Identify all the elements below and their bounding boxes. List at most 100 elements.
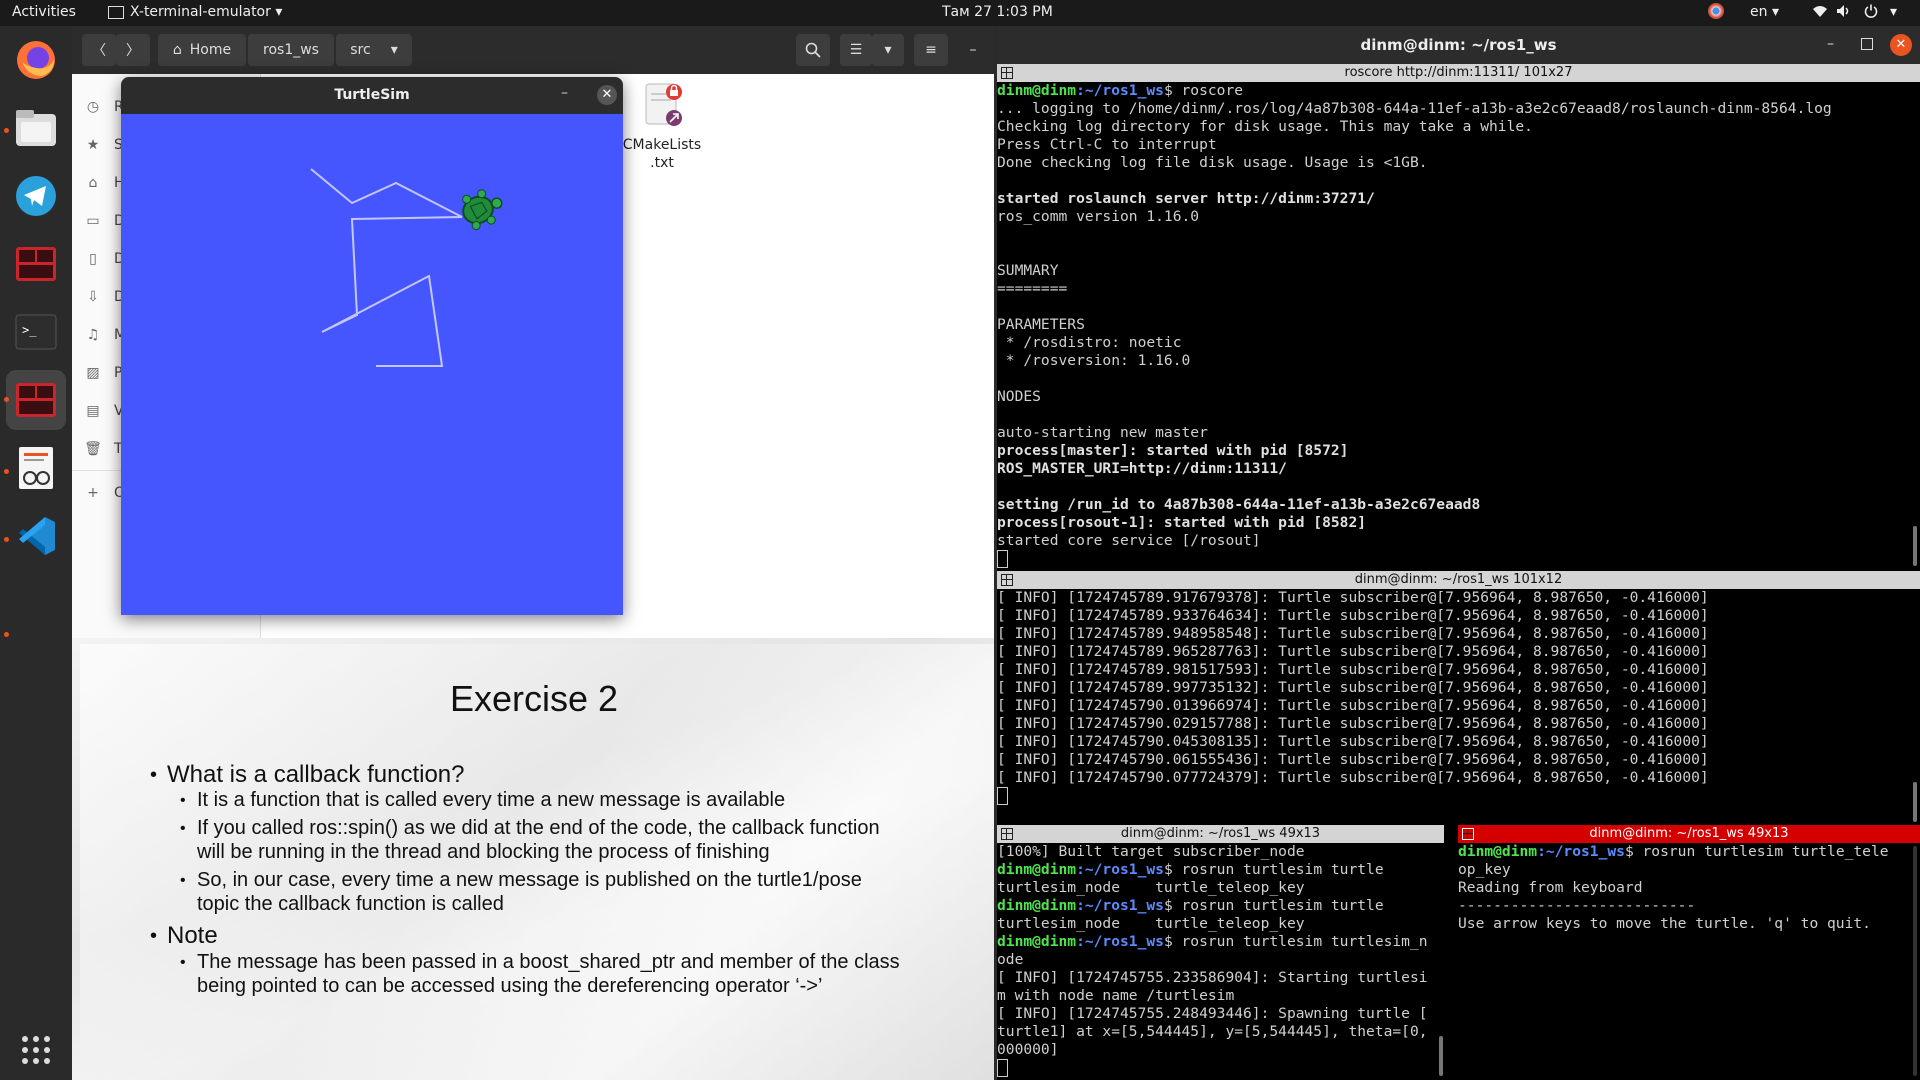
terminal-line-text: m with node name /turtlesim <box>997 987 1235 1004</box>
prompt-path: :~/ros1_ws <box>1076 861 1164 878</box>
pane4-title-bar[interactable]: dinm@dinm: ~/ros1_ws 49x13 <box>1458 825 1920 843</box>
star-icon: ★ <box>86 137 100 153</box>
telegram-icon[interactable] <box>12 172 60 220</box>
view-list-button[interactable]: ☰ <box>840 34 872 66</box>
close-button[interactable]: ✕ <box>1890 34 1912 56</box>
terminal-line-text: ode <box>997 951 1024 968</box>
terminal-red-icon[interactable] <box>12 240 60 288</box>
minimize-button[interactable]: – <box>958 34 988 66</box>
chevron-down-icon[interactable]: ▾ <box>1890 4 1897 20</box>
back-button[interactable]: 〈 <box>82 34 116 66</box>
text-file-icon <box>645 83 682 126</box>
breadcrumb-src[interactable]: src ▾ <box>336 34 412 66</box>
terminal-line: ros_comm version 1.16.0 <box>997 208 1912 226</box>
app-menu[interactable]: X-terminal-emulator ▾ <box>108 4 282 20</box>
activities-button[interactable]: Activities <box>12 4 76 20</box>
breadcrumb-ros1-ws[interactable]: ros1_ws <box>248 34 334 66</box>
split-pane-icon <box>1001 67 1013 79</box>
terminal-line-text: 000000] <box>997 1041 1059 1058</box>
terminal-line: Done checking log file disk usage. Usage… <box>997 154 1912 172</box>
power-icon[interactable] <box>1864 4 1878 22</box>
sidebar-item-trash[interactable]: 🗑Tr <box>84 438 126 460</box>
terminal-line-text: turtle1] at x=[5,544445], y=[5,544445], … <box>997 1023 1428 1040</box>
pane4-scrollbar[interactable] <box>1913 846 1917 1076</box>
terminal-line-text: $ rosrun turtlesim turtle <box>1163 897 1384 914</box>
terminal-line: Reading from keyboard <box>1458 879 1912 897</box>
prompt-path: :~/ros1_ws <box>1537 843 1625 860</box>
terminal-icon[interactable]: >_ <box>12 308 60 356</box>
terminal-line: [ INFO] [1724745790.013966974]: Turtle s… <box>997 697 1912 715</box>
minimize-button[interactable]: – <box>561 85 568 101</box>
sidebar-item-music[interactable]: ♫M <box>84 324 126 346</box>
terminal-line-text: [ INFO] [1724745790.077724379]: Turtle s… <box>997 769 1709 786</box>
pane3-title-bar[interactable]: dinm@dinm: ~/ros1_ws 49x13 <box>997 825 1444 843</box>
pane1-scrollbar[interactable] <box>1913 526 1917 566</box>
turtlesim-canvas[interactable] <box>121 114 623 615</box>
list-view-icon: ☰ <box>849 42 863 58</box>
terminal-cursor <box>997 1059 1008 1077</box>
terminal-line: [ INFO] [1724745755.248493446]: Spawning… <box>997 1005 1442 1023</box>
file-cmakelists[interactable]: CMakeLists .txt <box>612 82 712 192</box>
terminal-line: turtle1] at x=[5,544445], y=[5,544445], … <box>997 1023 1442 1041</box>
chevron-left-icon: 〈 <box>92 43 106 59</box>
terminal-line-text: PARAMETERS <box>997 316 1085 333</box>
terminal-line-text: $ rosrun turtlesim turtle_tele <box>1624 843 1889 860</box>
pane3-terminal[interactable]: [100%] Built target subscriber_node dinm@… <box>997 843 1442 1080</box>
wifi-icon[interactable] <box>1812 4 1828 22</box>
pane2-scrollbar[interactable] <box>1913 782 1917 822</box>
terminal-line-text: * /rosdistro: noetic <box>997 334 1182 351</box>
pane1-terminal[interactable]: dinm@dinm:~/ros1_ws$ roscore ... logging… <box>997 82 1912 571</box>
terminal-line: Use arrow keys to move the turtle. 'q' t… <box>1458 915 1912 933</box>
terminal-line-text: [ INFO] [1724745789.917679378]: Turtle s… <box>997 589 1709 606</box>
main-menu-button[interactable]: ≡ <box>914 34 948 66</box>
files-icon[interactable] <box>12 104 60 152</box>
language-indicator[interactable]: en ▾ <box>1750 4 1779 20</box>
maximize-button[interactable] <box>1861 38 1873 50</box>
close-button[interactable]: ✕ <box>597 85 617 105</box>
sidebar-item-pictures[interactable]: ▨Pi <box>84 362 126 384</box>
pane2-terminal[interactable]: [ INFO] [1724745789.917679378]: Turtle s… <box>997 589 1912 825</box>
prompt-user: dinm@dinm <box>997 897 1077 914</box>
terminal-line: process[master]: started with pid [8572] <box>997 442 1912 460</box>
terminal-line-text: Done checking log file disk usage. Usage… <box>997 154 1428 171</box>
document-viewer-icon[interactable] <box>12 444 60 492</box>
chrome-tray-icon[interactable] <box>1708 3 1724 23</box>
view-options-button[interactable]: ▾ <box>872 34 904 66</box>
slide-bullet-3-cont: will be running in the thread and blocki… <box>197 841 770 863</box>
vscode-icon[interactable] <box>12 512 60 560</box>
terminal-line-text: [ INFO] [1724745790.013966974]: Turtle s… <box>997 697 1709 714</box>
search-button[interactable] <box>796 34 830 66</box>
app-grid-icon[interactable] <box>12 1026 60 1074</box>
terminal-line-text: Use arrow keys to move the turtle. 'q' t… <box>1458 915 1871 932</box>
terminal-line-text: ros_comm version 1.16.0 <box>997 208 1200 225</box>
close-icon: ✕ <box>1895 37 1907 52</box>
terminal-line-text: [ INFO] [1724745789.965287763]: Turtle s… <box>997 643 1709 660</box>
terminal-line: dinm@dinm:~/ros1_ws$ rosrun turtlesim tu… <box>997 933 1442 951</box>
firefox-icon[interactable] <box>12 36 60 84</box>
picture-icon: ▨ <box>86 365 100 381</box>
breadcrumb-home[interactable]: ⌂ Home <box>158 34 246 66</box>
pane2-title-bar[interactable]: dinm@dinm: ~/ros1_ws 101x12 <box>997 571 1920 589</box>
terminal-line: [ INFO] [1724745789.948958548]: Turtle s… <box>997 625 1912 643</box>
pane1-title-bar[interactable]: roscore http://dinm:11311/ 101x27 <box>997 64 1920 82</box>
minimize-button[interactable]: – <box>1827 36 1834 52</box>
music-icon: ♫ <box>86 327 100 343</box>
prompt-user: dinm@dinm <box>1458 843 1538 860</box>
volume-icon[interactable] <box>1836 4 1852 22</box>
chevron-down-icon: ▾ <box>884 42 892 58</box>
terminal-line: turtlesim_node turtle_teleop_key <box>997 879 1442 897</box>
sidebar-item-other-locations[interactable]: + O <box>84 482 125 504</box>
dock: >_ <box>0 26 72 1080</box>
slide-bullet-5: Note <box>167 922 218 949</box>
plus-icon: + <box>87 485 99 501</box>
forward-button[interactable]: 〉 <box>116 34 150 66</box>
terminal-line: * /rosversion: 1.16.0 <box>997 352 1912 370</box>
terminal-red-active-icon[interactable] <box>12 376 60 424</box>
pane3-scrollbar[interactable] <box>1439 1036 1443 1076</box>
pane4-terminal[interactable]: dinm@dinm:~/ros1_ws$ rosrun turtlesim tu… <box>1458 843 1912 1080</box>
prompt-user: dinm@dinm <box>997 933 1077 950</box>
pane1-title: roscore http://dinm:11311/ 101x27 <box>1344 65 1573 80</box>
pane4-title: dinm@dinm: ~/ros1_ws 49x13 <box>1589 826 1789 841</box>
clock[interactable]: Там 27 1:03 PM <box>942 4 1053 20</box>
